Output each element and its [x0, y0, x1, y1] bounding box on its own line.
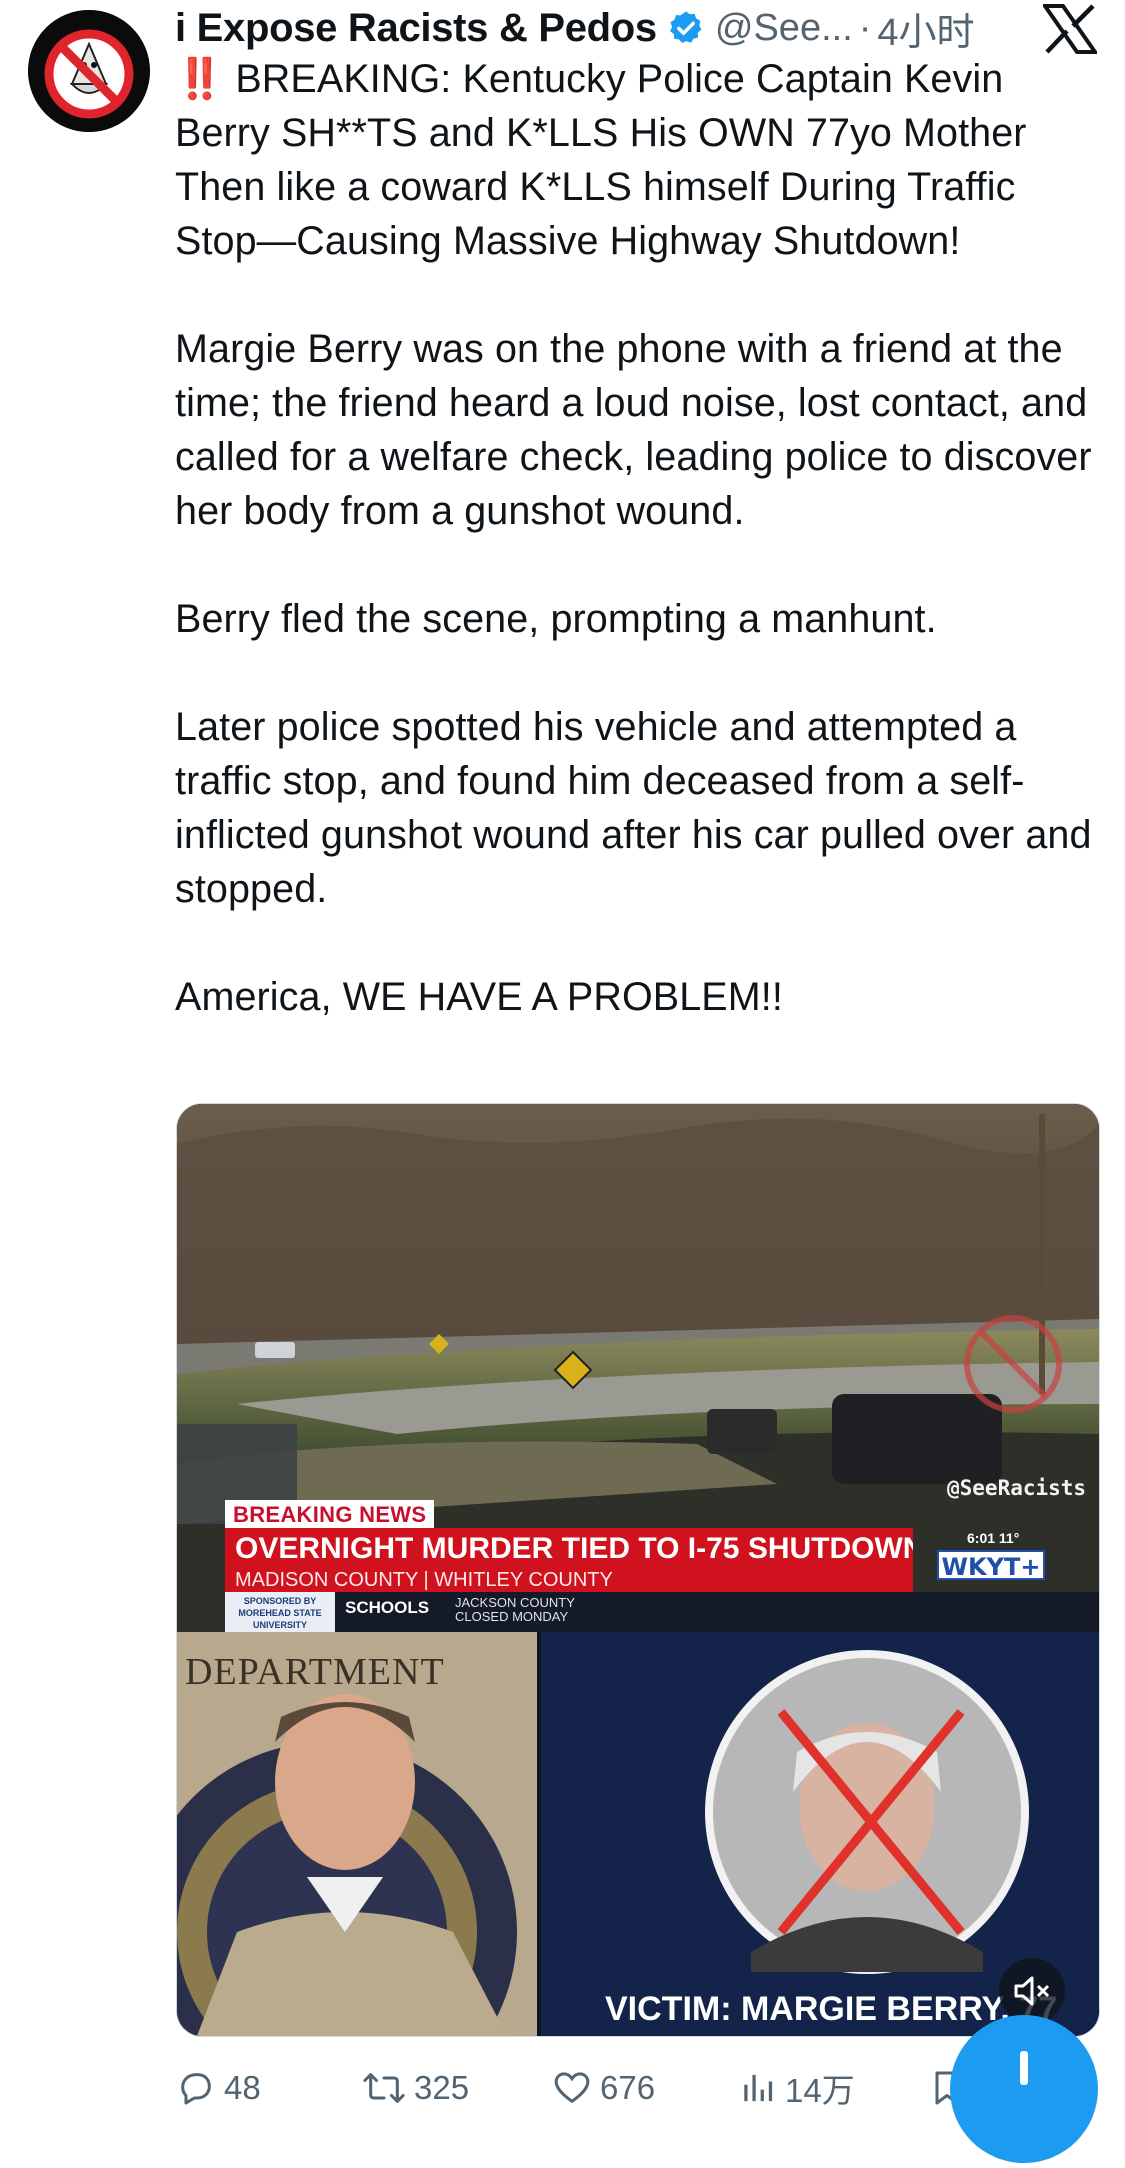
tweet-timestamp[interactable]: 4小时 [877, 1, 974, 56]
tweet-media-video[interactable]: @SeeRacists BREAKING NEWS OVERNIGHT MURD… [176, 1103, 1100, 2037]
breaking-news-label: BREAKING NEWS [225, 1500, 435, 1530]
like-count: 676 [600, 2069, 656, 2106]
author-avatar[interactable] [28, 10, 150, 132]
retweet-button[interactable]: 325 [362, 2060, 469, 2116]
news-video-frame[interactable]: @SeeRacists BREAKING NEWS OVERNIGHT MURD… [177, 1104, 1099, 1632]
news-subheadline: MADISON COUNTY | WHITLEY COUNTY [225, 1568, 913, 1592]
reply-icon [181, 2073, 211, 2105]
station-clock: 6:01 11° [967, 1530, 1020, 1546]
station-logo: WKYT+ [937, 1550, 1045, 1581]
header-separator: · [858, 6, 872, 49]
ticker-label: SCHOOLS [345, 1598, 430, 1617]
like-button[interactable]: 676 [552, 2060, 655, 2116]
retweet-count: 325 [414, 2069, 470, 2106]
author-display-name[interactable]: i Expose Racists & Pedos [175, 6, 657, 51]
compose-icon [1020, 2051, 1028, 2085]
views-button[interactable]: 14万 [741, 2060, 855, 2116]
news-headline: OVERNIGHT MURDER TIED TO I-75 SHUTDOWN [225, 1528, 913, 1570]
views-chart-icon [744, 2074, 773, 2102]
video-watermark: @SeeRacists [947, 1476, 1087, 1500]
views-count: 14万 [785, 2072, 855, 2109]
x-logo-icon [1041, 4, 1099, 54]
retweet-icon [363, 2073, 405, 2103]
news-ticker: SPONSORED BY MOREHEAD STATE UNIVERSITY S… [225, 1592, 1099, 1632]
officer-photo: DEPARTMENT [177, 1632, 537, 2036]
tweet-header: i Expose Racists & Pedos @See... · 4小时 [175, 0, 1095, 56]
compose-fab-button[interactable] [950, 2015, 1098, 2163]
tweet-text: ‼️ BREAKING: Kentucky Police Captain Kev… [175, 57, 1092, 1019]
department-backdrop-text: DEPARTMENT [185, 1651, 445, 1693]
reply-button[interactable]: 48 [176, 2060, 261, 2116]
ticker-line-2: CLOSED MONDAY [455, 1609, 569, 1624]
split-panels: DEPARTMENT VICTIM: MARGIE BERRY, 77 [177, 1632, 1099, 2036]
no-hate-logo-icon [28, 10, 150, 132]
ticker-text: JACKSON COUNTY CLOSED MONDAY [455, 1596, 575, 1624]
ticker-line-1: JACKSON COUNTY [455, 1595, 575, 1610]
heart-icon [554, 2072, 590, 2104]
speaker-muted-icon [1014, 1976, 1050, 2006]
ticker-sponsor: SPONSORED BY MOREHEAD STATE UNIVERSITY [225, 1592, 335, 1632]
author-handle[interactable]: @See... [715, 7, 853, 50]
reply-count: 48 [224, 2069, 261, 2106]
verified-badge-icon [667, 9, 705, 47]
